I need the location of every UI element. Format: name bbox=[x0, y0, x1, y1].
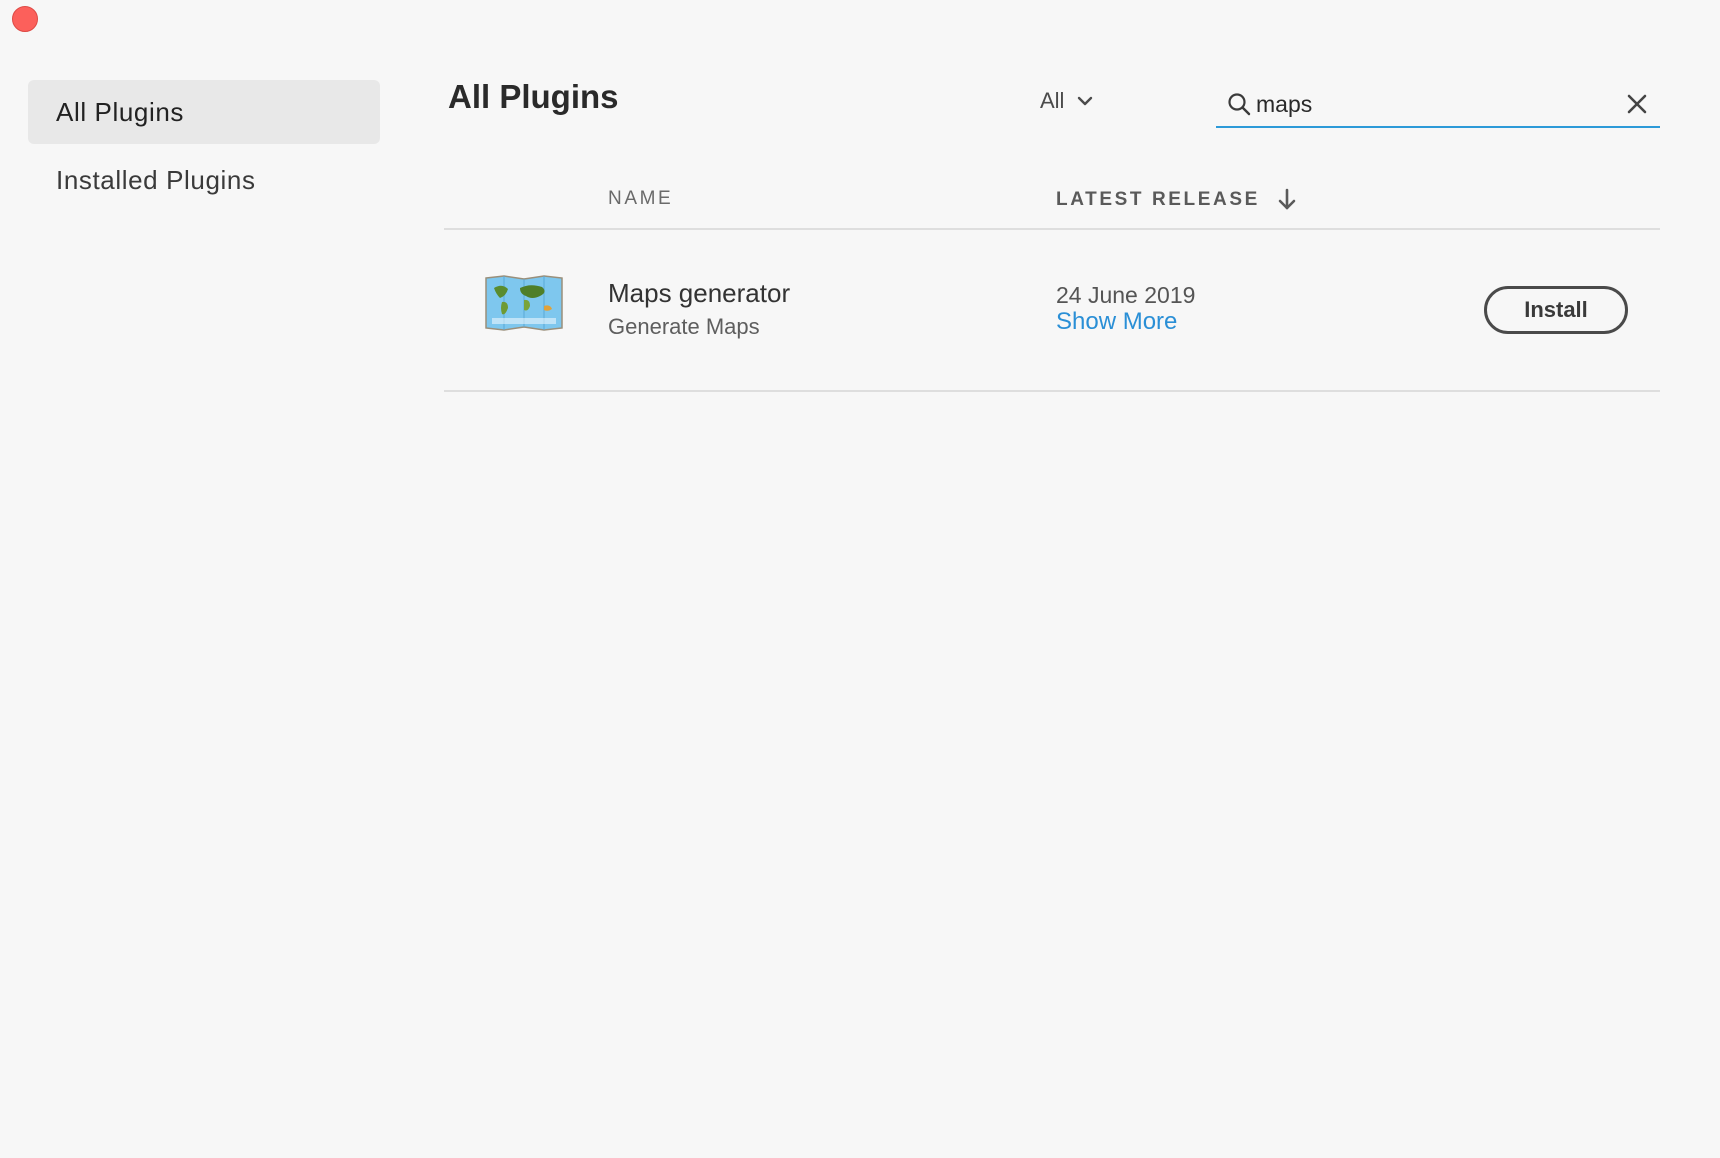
sidebar: All Plugins Installed Plugins bbox=[28, 80, 380, 216]
sidebar-item-label: All Plugins bbox=[56, 96, 184, 127]
filter-dropdown[interactable]: All bbox=[1040, 88, 1094, 114]
sidebar-item-all-plugins[interactable]: All Plugins bbox=[28, 80, 380, 144]
sidebar-item-installed-plugins[interactable]: Installed Plugins bbox=[28, 148, 380, 212]
plugin-manager-window: All Plugins Installed Plugins All Plugin… bbox=[0, 0, 1720, 1158]
column-header-latest-release[interactable]: LATEST RELEASE bbox=[1056, 188, 1298, 212]
install-button[interactable]: Install bbox=[1484, 286, 1628, 334]
arrow-down-icon bbox=[1278, 188, 1296, 210]
table-header: NAME LATEST RELEASE bbox=[444, 178, 1660, 230]
page-title: All Plugins bbox=[448, 78, 619, 115]
world-map-icon bbox=[485, 275, 563, 331]
show-more-link[interactable]: Show More bbox=[1056, 308, 1177, 336]
search-box bbox=[1216, 82, 1660, 128]
sidebar-item-label: Installed Plugins bbox=[56, 164, 256, 195]
chevron-down-icon bbox=[1078, 96, 1093, 106]
plugin-name: Maps generator bbox=[608, 278, 791, 308]
column-header-label: LATEST RELEASE bbox=[1056, 189, 1260, 210]
window-close-button[interactable] bbox=[12, 6, 38, 32]
plugin-description: Generate Maps bbox=[608, 314, 760, 339]
release-date: 24 June 2019 bbox=[1056, 282, 1196, 308]
table-row: Maps generator Generate Maps 24 June 201… bbox=[444, 232, 1660, 392]
search-input[interactable] bbox=[1256, 84, 1616, 124]
column-header-name[interactable]: NAME bbox=[608, 188, 673, 210]
filter-selected-value: All bbox=[1040, 88, 1065, 113]
close-icon[interactable] bbox=[1626, 93, 1648, 115]
search-icon bbox=[1228, 93, 1251, 116]
